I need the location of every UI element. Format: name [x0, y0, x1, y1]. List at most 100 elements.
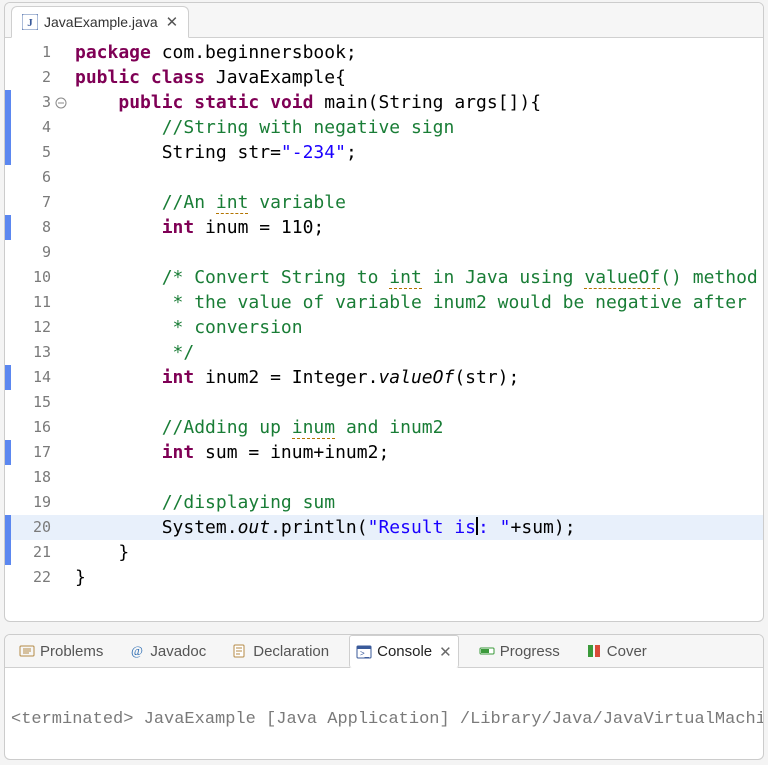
gutter-line-number: 2 [5, 65, 57, 90]
code-line[interactable]: 7 //An int variable [5, 190, 763, 215]
code-line[interactable]: 17 int sum = inum+inum2; [5, 440, 763, 465]
code-line[interactable]: 8 int inum = 110; [5, 215, 763, 240]
gutter-line-number: 22 [5, 565, 57, 590]
gutter-line-number: 19 [5, 490, 57, 515]
tab-progress[interactable]: Progress [473, 641, 566, 662]
tab-javadoc[interactable]: @ Javadoc [123, 641, 212, 662]
tab-coverage[interactable]: Cover [580, 641, 653, 662]
java-file-icon: J [22, 14, 38, 30]
tab-progress-label: Progress [500, 643, 560, 660]
gutter-line-number: 13 [5, 340, 57, 365]
change-marker [5, 365, 11, 390]
gutter-line-number: 9 [5, 240, 57, 265]
code-content[interactable]: int inum = 110; [57, 215, 763, 240]
progress-icon [479, 643, 495, 659]
code-line[interactable]: 14 int inum2 = Integer.valueOf(str); [5, 365, 763, 390]
code-content[interactable]: public static void main(String args[]){ [57, 90, 763, 115]
code-line[interactable]: 20 System.out.println("Result is: "+sum)… [5, 515, 763, 540]
code-line[interactable]: 16 //Adding up inum and inum2 [5, 415, 763, 440]
code-content[interactable]: */ [57, 340, 763, 365]
code-line[interactable]: 2public class JavaExample{ [5, 65, 763, 90]
gutter-line-number: 20 [5, 515, 57, 540]
tab-console-label: Console [377, 643, 432, 660]
gutter-line-number: 7 [5, 190, 57, 215]
code-content[interactable]: package com.beginnersbook; [57, 40, 763, 65]
code-content[interactable]: System.out.println("Result is: "+sum); [57, 515, 763, 540]
gutter-line-number: 10 [5, 265, 57, 290]
console-icon: >_ [356, 644, 372, 660]
code-area[interactable]: 1package com.beginnersbook;2public class… [5, 38, 763, 622]
gutter-line-number: 12 [5, 315, 57, 340]
gutter-line-number: 17 [5, 440, 57, 465]
code-content[interactable] [57, 390, 763, 415]
gutter-line-number: 21 [5, 540, 57, 565]
code-line[interactable]: 3 public static void main(String args[])… [5, 90, 763, 115]
close-icon[interactable]: ✕ [439, 643, 452, 661]
code-content[interactable]: } [57, 540, 763, 565]
code-content[interactable]: //Adding up inum and inum2 [57, 415, 763, 440]
code-content[interactable]: public class JavaExample{ [57, 65, 763, 90]
code-content[interactable]: /* Convert String to int in Java using v… [57, 265, 763, 290]
gutter-line-number: 15 [5, 390, 57, 415]
gutter-line-number: 3 [5, 90, 57, 115]
svg-text:>_: >_ [360, 649, 370, 658]
tab-problems-label: Problems [40, 643, 103, 660]
code-line[interactable]: 22} [5, 565, 763, 590]
code-line[interactable]: 5 String str="-234"; [5, 140, 763, 165]
code-line[interactable]: 10 /* Convert String to int in Java usin… [5, 265, 763, 290]
code-content[interactable]: int inum2 = Integer.valueOf(str); [57, 365, 763, 390]
console-status-line: <terminated> JavaExample [Java Applicati… [11, 710, 757, 729]
gutter-line-number: 4 [5, 115, 57, 140]
code-line[interactable]: 11 * the value of variable inum2 would b… [5, 290, 763, 315]
code-content[interactable]: //An int variable [57, 190, 763, 215]
gutter-line-number: 6 [5, 165, 57, 190]
editor-pane: J JavaExample.java ✕ 1package com.beginn… [4, 2, 764, 622]
code-line[interactable]: 4 //String with negative sign [5, 115, 763, 140]
gutter-line-number: 18 [5, 465, 57, 490]
declaration-icon [232, 643, 248, 659]
editor-tab-label: JavaExample.java [44, 14, 158, 30]
code-line[interactable]: 19 //displaying sum [5, 490, 763, 515]
change-marker [5, 90, 11, 115]
gutter-line-number: 5 [5, 140, 57, 165]
view-tabs: Problems @ Javadoc Declaration >_ Consol… [5, 635, 763, 668]
code-line[interactable]: 12 * conversion [5, 315, 763, 340]
code-content[interactable]: } [57, 565, 763, 590]
gutter-line-number: 8 [5, 215, 57, 240]
close-icon[interactable]: ✕ [166, 13, 179, 31]
code-line[interactable]: 18 [5, 465, 763, 490]
code-content[interactable] [57, 465, 763, 490]
gutter-line-number: 1 [5, 40, 57, 65]
code-line[interactable]: 9 [5, 240, 763, 265]
editor-tab-javaexample[interactable]: J JavaExample.java ✕ [11, 6, 189, 38]
svg-text:J: J [27, 17, 33, 29]
code-line[interactable]: 1package com.beginnersbook; [5, 40, 763, 65]
tab-declaration-label: Declaration [253, 643, 329, 660]
code-content[interactable]: * conversion [57, 315, 763, 340]
change-marker [5, 440, 11, 465]
console-body[interactable]: <terminated> JavaExample [Java Applicati… [5, 668, 763, 760]
bottom-pane: Problems @ Javadoc Declaration >_ Consol… [4, 634, 764, 760]
tab-declaration[interactable]: Declaration [226, 641, 335, 662]
coverage-icon [586, 643, 602, 659]
javadoc-icon: @ [129, 643, 145, 659]
change-marker [5, 215, 11, 240]
tab-problems[interactable]: Problems [13, 641, 109, 662]
code-content[interactable]: //displaying sum [57, 490, 763, 515]
code-line[interactable]: 15 [5, 390, 763, 415]
code-content[interactable]: //String with negative sign [57, 115, 763, 140]
change-marker [5, 540, 11, 565]
change-marker [5, 115, 11, 140]
code-content[interactable]: * the value of variable inum2 would be n… [57, 290, 763, 315]
code-content[interactable]: String str="-234"; [57, 140, 763, 165]
code-content[interactable]: int sum = inum+inum2; [57, 440, 763, 465]
code-content[interactable] [57, 165, 763, 190]
code-line[interactable]: 6 [5, 165, 763, 190]
change-marker [5, 140, 11, 165]
code-content[interactable] [57, 240, 763, 265]
code-line[interactable]: 13 */ [5, 340, 763, 365]
tab-javadoc-label: Javadoc [150, 643, 206, 660]
fold-toggle-icon[interactable] [55, 97, 67, 109]
code-line[interactable]: 21 } [5, 540, 763, 565]
tab-console[interactable]: >_ Console ✕ [349, 635, 459, 668]
